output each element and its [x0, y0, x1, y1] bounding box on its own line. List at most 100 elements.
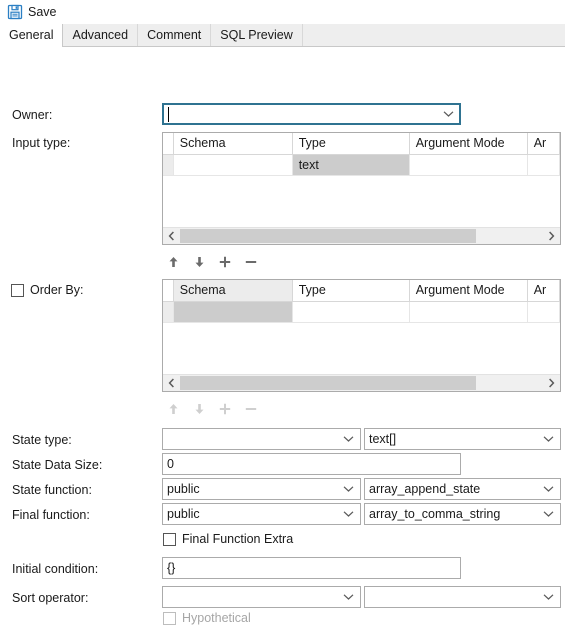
final-function-schema-value: public — [167, 507, 200, 521]
checkbox-box[interactable] — [163, 532, 176, 546]
order-by-checkbox[interactable]: Order By: — [11, 283, 84, 297]
initial-condition-input[interactable]: {} — [162, 557, 461, 579]
chevron-down-icon — [343, 429, 354, 449]
scroll-track[interactable] — [180, 375, 543, 391]
chevron-down-icon — [543, 479, 554, 499]
column-header-schema[interactable]: Schema — [173, 280, 293, 301]
state-type-type-combobox[interactable]: text[] — [364, 428, 561, 450]
grid-corner-cell — [163, 280, 174, 301]
initial-condition-label: Initial condition: — [12, 562, 99, 576]
chevron-down-icon — [343, 479, 354, 499]
text-caret — [168, 107, 169, 122]
add-row-button[interactable] — [212, 252, 238, 272]
cell-schema[interactable] — [173, 302, 293, 322]
final-function-name-value: array_to_comma_string — [369, 507, 501, 521]
general-tab-panel: Owner: Input type: Schema Type Argument … — [0, 47, 565, 625]
scroll-thumb[interactable] — [180, 376, 476, 390]
state-data-size-value: 0 — [167, 457, 174, 471]
hypothetical-label: Hypothetical — [182, 611, 251, 625]
final-function-extra-checkbox[interactable]: Final Function Extra — [163, 532, 293, 546]
column-header-type[interactable]: Type — [292, 280, 410, 301]
move-down-button — [186, 399, 212, 419]
cell-schema[interactable] — [173, 155, 293, 175]
state-function-name-value: array_append_state — [369, 482, 481, 496]
move-down-button[interactable] — [186, 252, 212, 272]
cell-argument-mode[interactable] — [409, 155, 528, 175]
state-function-schema-combobox[interactable]: public — [162, 478, 361, 500]
state-function-name-combobox[interactable]: array_append_state — [364, 478, 561, 500]
initial-condition-value: {} — [167, 561, 176, 575]
order-by-label: Order By: — [30, 283, 84, 297]
tab-comment[interactable]: Comment — [138, 24, 212, 46]
scroll-thumb[interactable] — [180, 229, 476, 243]
grid-header-row: Schema Type Argument Mode Ar — [163, 133, 560, 155]
tab-advanced[interactable]: Advanced — [63, 24, 139, 46]
floppy-save-icon — [7, 4, 23, 20]
chevron-down-icon — [543, 504, 554, 524]
cell-type[interactable] — [292, 302, 410, 322]
scroll-left-icon[interactable] — [163, 228, 180, 244]
final-function-label: Final function: — [12, 508, 90, 522]
tab-general[interactable]: General — [0, 24, 64, 47]
checkbox-box — [163, 611, 176, 625]
chevron-down-icon — [543, 429, 554, 449]
column-header-argument-mode[interactable]: Argument Mode — [409, 133, 528, 154]
save-button-label: Save — [28, 5, 57, 19]
move-up-button — [160, 399, 186, 419]
sort-operator-schema-combobox[interactable] — [162, 586, 361, 608]
grid-header-row: Schema Type Argument Mode Ar — [163, 280, 560, 302]
column-header-argument-mode[interactable]: Argument Mode — [409, 280, 528, 301]
cell-type[interactable]: text — [292, 155, 410, 175]
remove-row-button[interactable] — [238, 252, 264, 272]
row-header-cell[interactable] — [163, 302, 174, 322]
final-function-extra-label: Final Function Extra — [182, 532, 294, 546]
final-function-schema-combobox[interactable]: public — [162, 503, 361, 525]
cell-ar[interactable] — [527, 302, 560, 322]
scroll-right-icon[interactable] — [543, 375, 560, 391]
order-by-grid-toolbar — [160, 399, 264, 419]
grid-horizontal-scrollbar[interactable] — [163, 374, 560, 391]
chevron-down-icon — [343, 504, 354, 524]
column-header-ar[interactable]: Ar — [527, 133, 560, 154]
state-data-size-input[interactable]: 0 — [162, 453, 461, 475]
state-type-label: State type: — [12, 433, 72, 447]
save-button[interactable]: Save — [6, 3, 61, 21]
grid-empty-area — [163, 323, 560, 375]
tab-sql-preview[interactable]: SQL Preview — [211, 24, 303, 46]
scroll-track[interactable] — [180, 228, 543, 244]
input-type-label: Input type: — [12, 136, 71, 150]
hypothetical-checkbox: Hypothetical — [163, 611, 251, 625]
table-row[interactable]: text — [163, 155, 560, 176]
scroll-right-icon[interactable] — [543, 228, 560, 244]
table-row[interactable] — [163, 302, 560, 323]
row-header-cell[interactable] — [163, 155, 174, 175]
input-type-grid[interactable]: Schema Type Argument Mode Ar text — [162, 132, 561, 245]
cell-argument-mode[interactable] — [409, 302, 528, 322]
state-data-size-label: State Data Size: — [12, 458, 103, 472]
remove-row-button — [238, 399, 264, 419]
grid-horizontal-scrollbar[interactable] — [163, 227, 560, 244]
final-function-name-combobox[interactable]: array_to_comma_string — [364, 503, 561, 525]
move-up-button[interactable] — [160, 252, 186, 272]
owner-combobox[interactable] — [162, 103, 461, 125]
column-header-type[interactable]: Type — [292, 133, 410, 154]
state-type-type-value: text[] — [369, 432, 397, 446]
cell-ar[interactable] — [527, 155, 560, 175]
scroll-left-icon[interactable] — [163, 375, 180, 391]
grid-empty-area — [163, 176, 560, 228]
chevron-down-icon — [443, 104, 454, 124]
add-row-button — [212, 399, 238, 419]
top-toolbar: Save — [0, 0, 565, 24]
tab-bar: General Advanced Comment SQL Preview — [0, 24, 565, 47]
state-type-schema-combobox[interactable] — [162, 428, 361, 450]
sort-operator-name-combobox[interactable] — [364, 586, 561, 608]
state-function-schema-value: public — [167, 482, 200, 496]
chevron-down-icon — [543, 587, 554, 607]
column-header-schema[interactable]: Schema — [173, 133, 293, 154]
sort-operator-label: Sort operator: — [12, 591, 89, 605]
owner-label: Owner: — [12, 108, 53, 122]
grid-corner-cell — [163, 133, 174, 154]
checkbox-box[interactable] — [11, 283, 24, 297]
column-header-ar[interactable]: Ar — [527, 280, 560, 301]
order-by-grid[interactable]: Schema Type Argument Mode Ar — [162, 279, 561, 392]
